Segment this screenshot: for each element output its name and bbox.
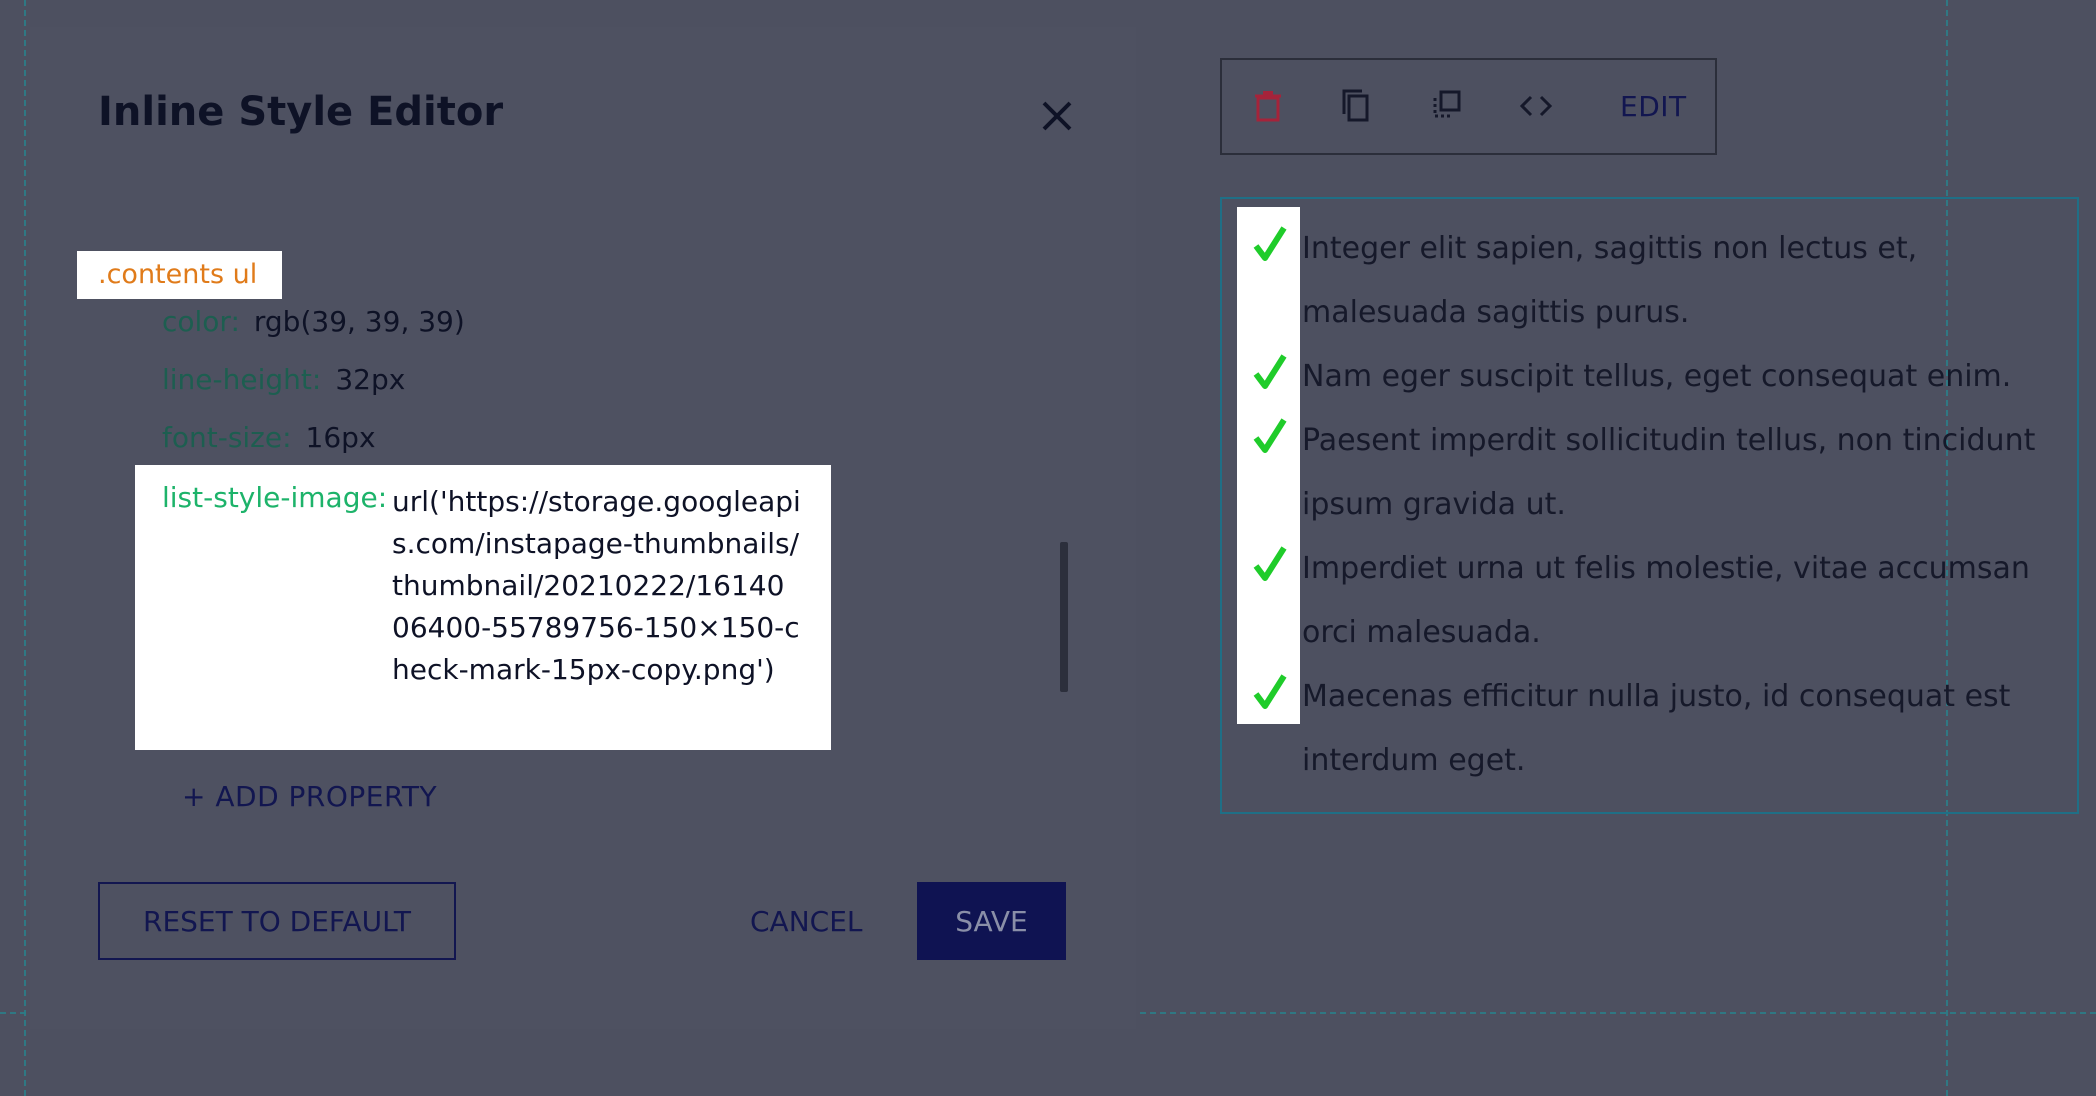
property-font-size[interactable]: font-size: 16px xyxy=(162,421,376,454)
property-key: font-size: xyxy=(162,421,292,454)
list-item: Paesent imperdit sollicitudin tellus, no… xyxy=(1302,423,2036,522)
check-mark-icon xyxy=(1253,226,1287,261)
element-toolbar: EDIT xyxy=(1220,58,1717,155)
list-item: Imperdiet urna ut felis molestie, vitae … xyxy=(1302,551,2030,650)
property-list-style-image[interactable]: list-style-image: url('https://storage.g… xyxy=(135,465,831,750)
code-icon xyxy=(1519,95,1553,117)
property-value: 32px xyxy=(335,363,406,396)
property-value: 16px xyxy=(305,421,376,454)
close-button[interactable] xyxy=(1028,87,1086,145)
reset-to-default-button[interactable]: RESET TO DEFAULT xyxy=(98,882,456,960)
copy-icon xyxy=(1342,89,1369,122)
check-mark-icon xyxy=(1253,674,1287,709)
edit-button[interactable]: EDIT xyxy=(1620,90,1687,123)
property-value-editor[interactable]: url('https://storage.googleapis.com/inst… xyxy=(392,481,802,691)
check-mark-icon xyxy=(1253,354,1287,389)
list-item: Integer elit sapien, sagittis non lectus… xyxy=(1302,231,1918,330)
property-value: rgb(39, 39, 39) xyxy=(253,305,465,338)
guide-line-left xyxy=(24,0,26,1096)
property-key: list-style-image: xyxy=(162,481,388,514)
list-item: Maecenas efficitur nulla justo, id conse… xyxy=(1302,679,2011,778)
check-mark-icon xyxy=(1253,418,1287,453)
code-button[interactable] xyxy=(1514,84,1558,128)
check-icon-column xyxy=(1237,207,1300,724)
duplicate-icon xyxy=(1433,90,1461,118)
css-selector-label: .contents ul xyxy=(77,251,282,299)
list-item: Nam eger suscipit tellus, eget consequat… xyxy=(1302,359,2012,394)
check-mark-icon xyxy=(1253,546,1287,581)
scrollbar-thumb[interactable] xyxy=(1060,542,1068,692)
copy-button[interactable] xyxy=(1335,84,1379,128)
duplicate-button[interactable] xyxy=(1425,84,1469,128)
property-key: color: xyxy=(162,305,240,338)
save-button[interactable]: SAVE xyxy=(917,882,1066,960)
modal-title: Inline Style Editor xyxy=(98,89,504,135)
inline-style-editor-modal: Inline Style Editor .contents ul color: r… xyxy=(30,27,1136,1029)
property-key: line-height: xyxy=(162,363,322,396)
property-line-height[interactable]: line-height: 32px xyxy=(162,363,405,396)
cancel-button[interactable]: CANCEL xyxy=(750,882,863,960)
property-color[interactable]: color: rgb(39, 39, 39) xyxy=(162,305,465,338)
add-property-button[interactable]: + ADD PROPERTY xyxy=(182,780,437,813)
delete-button[interactable] xyxy=(1246,84,1290,128)
delete-icon xyxy=(1255,91,1281,122)
close-icon xyxy=(1042,101,1072,131)
